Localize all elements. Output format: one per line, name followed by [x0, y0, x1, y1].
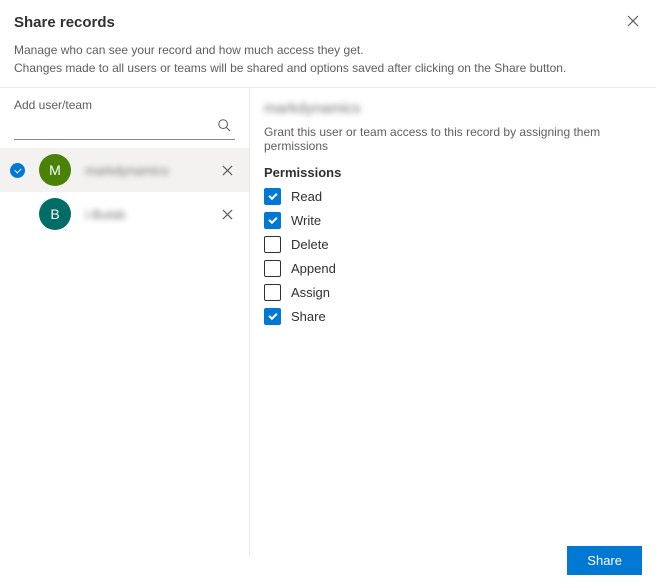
checkbox-icon [264, 188, 281, 205]
close-icon [222, 209, 233, 220]
add-user-label: Add user/team [0, 88, 249, 116]
user-name: markdynamics [85, 163, 217, 178]
user-list: M markdynamics B i-Bulab [0, 148, 249, 557]
permission-read[interactable]: Read [264, 188, 642, 205]
close-icon [222, 165, 233, 176]
dialog-footer: Share [567, 546, 642, 575]
avatar: M [39, 154, 71, 186]
checkbox-icon [264, 284, 281, 301]
close-icon [627, 15, 639, 27]
right-panel: markdynamics Grant this user or team acc… [250, 88, 656, 557]
permission-label: Share [291, 309, 326, 324]
search-input[interactable] [14, 116, 235, 140]
permission-write[interactable]: Write [264, 212, 642, 229]
permissions-instruction: Grant this user or team access to this r… [264, 125, 642, 153]
search-row [0, 116, 249, 148]
checkbox-icon [264, 236, 281, 253]
selected-indicator-icon [10, 163, 25, 178]
avatar: B [39, 198, 71, 230]
remove-user-button[interactable] [217, 160, 237, 180]
checkbox-icon [264, 212, 281, 229]
dialog-title: Share records [14, 14, 642, 31]
permission-assign[interactable]: Assign [264, 284, 642, 301]
left-panel: Add user/team M markdynamics [0, 88, 250, 557]
permission-label: Read [291, 189, 322, 204]
dialog-description-1: Manage who can see your record and how m… [14, 41, 642, 59]
permission-label: Assign [291, 285, 330, 300]
permission-delete[interactable]: Delete [264, 236, 642, 253]
permission-label: Append [291, 261, 336, 276]
permission-append[interactable]: Append [264, 260, 642, 277]
permission-label: Delete [291, 237, 329, 252]
selected-user-name: markdynamics [264, 100, 642, 117]
dialog-header: Share records Manage who can see your re… [0, 0, 656, 87]
selected-indicator-icon [10, 207, 25, 222]
permission-share[interactable]: Share [264, 308, 642, 325]
user-row[interactable]: M markdynamics [0, 148, 249, 192]
close-button[interactable] [624, 12, 642, 30]
dialog-body: Add user/team M markdynamics [0, 87, 656, 557]
user-name: i-Bulab [85, 207, 217, 222]
checkbox-icon [264, 308, 281, 325]
remove-user-button[interactable] [217, 204, 237, 224]
checkbox-icon [264, 260, 281, 277]
share-dialog: Share records Manage who can see your re… [0, 0, 656, 587]
share-button[interactable]: Share [567, 546, 642, 575]
permissions-heading: Permissions [264, 165, 642, 180]
permission-label: Write [291, 213, 321, 228]
dialog-description-2: Changes made to all users or teams will … [14, 59, 642, 77]
user-row[interactable]: B i-Bulab [0, 192, 249, 236]
